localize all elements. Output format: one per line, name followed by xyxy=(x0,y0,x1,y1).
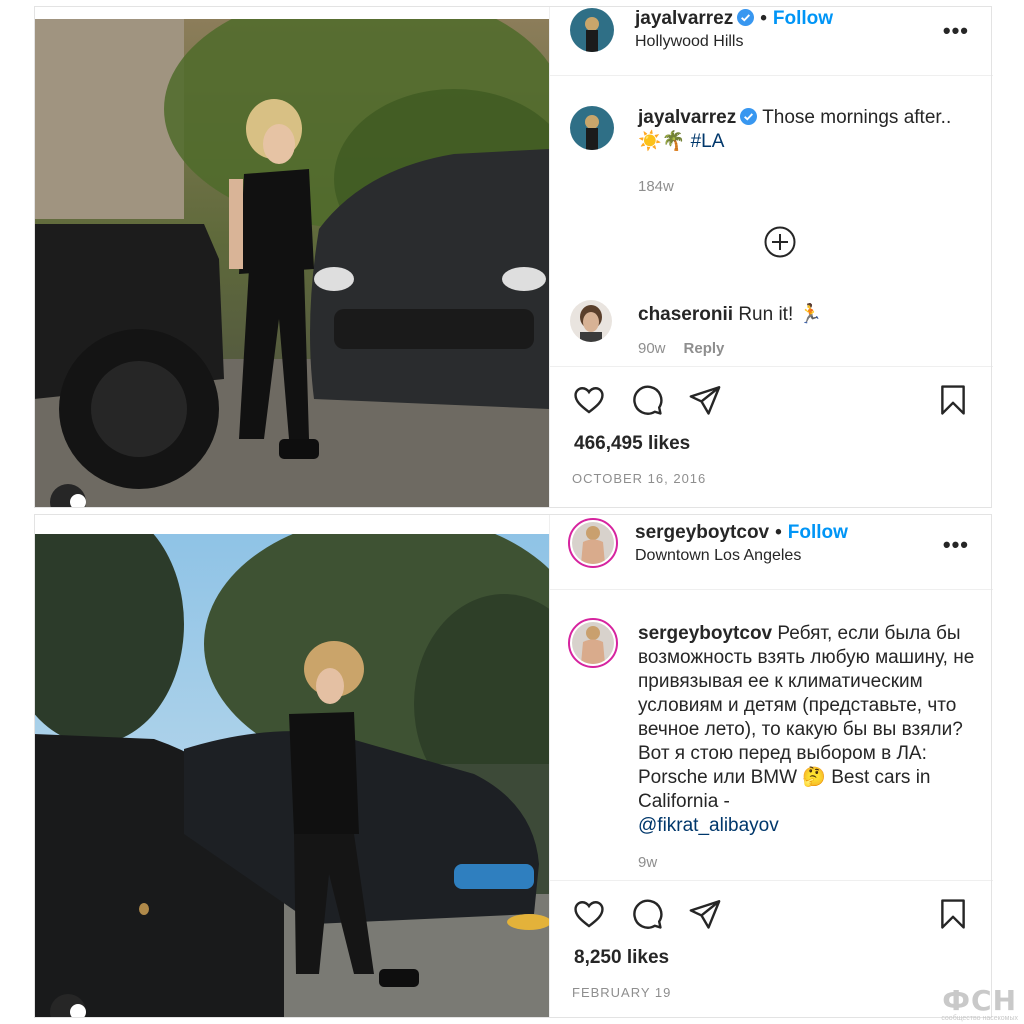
comment-username[interactable]: chaseronii xyxy=(638,304,733,325)
comment-text: chaseronii Run it! 🏃 xyxy=(638,302,822,326)
watermark-logo-text: ФСН xyxy=(942,984,1018,1017)
avatar-image xyxy=(570,300,612,342)
caption-text: sergeyboytcov Ребят, если была бы возмож… xyxy=(638,622,983,838)
caption-username[interactable]: sergeyboytcov xyxy=(638,623,772,644)
caption-time: 9w xyxy=(638,854,658,871)
post-photo-image xyxy=(34,534,549,1018)
share-icon[interactable] xyxy=(688,383,722,417)
avatar[interactable] xyxy=(570,8,614,52)
bookmark-icon[interactable] xyxy=(936,383,970,417)
avatar-image xyxy=(570,8,614,52)
post-photo[interactable] xyxy=(34,534,549,1018)
comment-item: chaseronii Run it! 🏃 90w Reply xyxy=(550,300,993,360)
caption-body: Those mornings after.. xyxy=(762,107,952,128)
plus-circle-icon[interactable] xyxy=(764,226,796,258)
username[interactable]: sergeyboytcov xyxy=(635,522,769,543)
avatar[interactable] xyxy=(568,618,618,668)
verified-icon xyxy=(737,9,755,26)
more-options-icon[interactable]: ••• xyxy=(943,532,969,558)
post-date: FEBRUARY 19 xyxy=(572,985,672,1000)
likes-count[interactable]: 8,250 likes xyxy=(574,947,669,969)
post-sergeyboytcov: sergeyboytcov • Follow Downtown Los Angele… xyxy=(34,514,993,1018)
share-icon[interactable] xyxy=(688,897,722,931)
follow-button[interactable]: Follow xyxy=(773,8,833,29)
action-bar: 8,250 likes FEBRUARY 19 xyxy=(550,880,993,1016)
separator-dot: • xyxy=(760,8,767,29)
user-icon xyxy=(70,1004,86,1018)
comment-body: Run it! 🏃 xyxy=(738,304,823,325)
heart-icon[interactable] xyxy=(572,383,606,417)
header-name-line: sergeyboytcov • Follow xyxy=(635,522,848,544)
caption-emoji: ☀️🌴 xyxy=(638,131,691,152)
header-name-line: jayalvarrez • Follow xyxy=(635,8,833,30)
caption-body: Ребят, если была бы возможность взять лю… xyxy=(638,623,975,812)
avatar[interactable] xyxy=(570,300,612,342)
mention-link[interactable]: @fikrat_alibayov xyxy=(638,815,779,836)
avatar-image xyxy=(572,522,614,564)
avatar-image xyxy=(570,106,614,150)
post-sidebar: jayalvarrez • Follow Hollywood Hills ••• j… xyxy=(549,6,993,508)
likes-count[interactable]: 466,495 likes xyxy=(574,433,690,455)
location-link[interactable]: Downtown Los Angeles xyxy=(635,547,801,565)
action-bar: 466,495 likes OCTOBER 16, 2016 xyxy=(550,366,993,502)
post-photo[interactable] xyxy=(34,19,549,508)
comment-meta: 90w Reply xyxy=(638,340,742,357)
verified-icon xyxy=(740,108,758,125)
comment-icon[interactable] xyxy=(630,383,664,417)
separator-dot: • xyxy=(775,522,782,543)
follow-button[interactable]: Follow xyxy=(788,522,848,543)
post-header: sergeyboytcov • Follow Downtown Los Angele… xyxy=(550,514,993,590)
user-icon xyxy=(70,494,86,508)
comment-time: 90w xyxy=(638,340,666,357)
caption-time: 184w xyxy=(638,178,674,195)
bookmark-icon[interactable] xyxy=(936,897,970,931)
avatar-image xyxy=(572,622,614,664)
post-header: jayalvarrez • Follow Hollywood Hills ••• xyxy=(550,6,993,76)
heart-icon[interactable] xyxy=(572,897,606,931)
comment-icon[interactable] xyxy=(630,897,664,931)
post-photo-image xyxy=(34,19,549,508)
hashtag-link[interactable]: #LA xyxy=(691,131,725,152)
caption-text: jayalvarrez Those mornings after.. ☀️🌴 #… xyxy=(638,106,978,154)
location-link[interactable]: Hollywood Hills xyxy=(635,33,743,51)
post-date: OCTOBER 16, 2016 xyxy=(572,471,707,486)
username[interactable]: jayalvarrez xyxy=(635,8,733,29)
avatar[interactable] xyxy=(568,518,618,568)
caption-username[interactable]: jayalvarrez xyxy=(638,107,736,128)
post-jayalvarrez: jayalvarrez • Follow Hollywood Hills ••• j… xyxy=(34,6,993,508)
avatar[interactable] xyxy=(570,106,614,150)
watermark-tagline: сообщество насекомых xyxy=(941,1015,1018,1022)
reply-button[interactable]: Reply xyxy=(684,340,725,357)
watermark-logo: ФСН сообщество насекомых xyxy=(941,984,1018,1022)
more-options-icon[interactable]: ••• xyxy=(943,18,969,44)
post-sidebar: sergeyboytcov • Follow Downtown Los Angele… xyxy=(549,514,993,1018)
